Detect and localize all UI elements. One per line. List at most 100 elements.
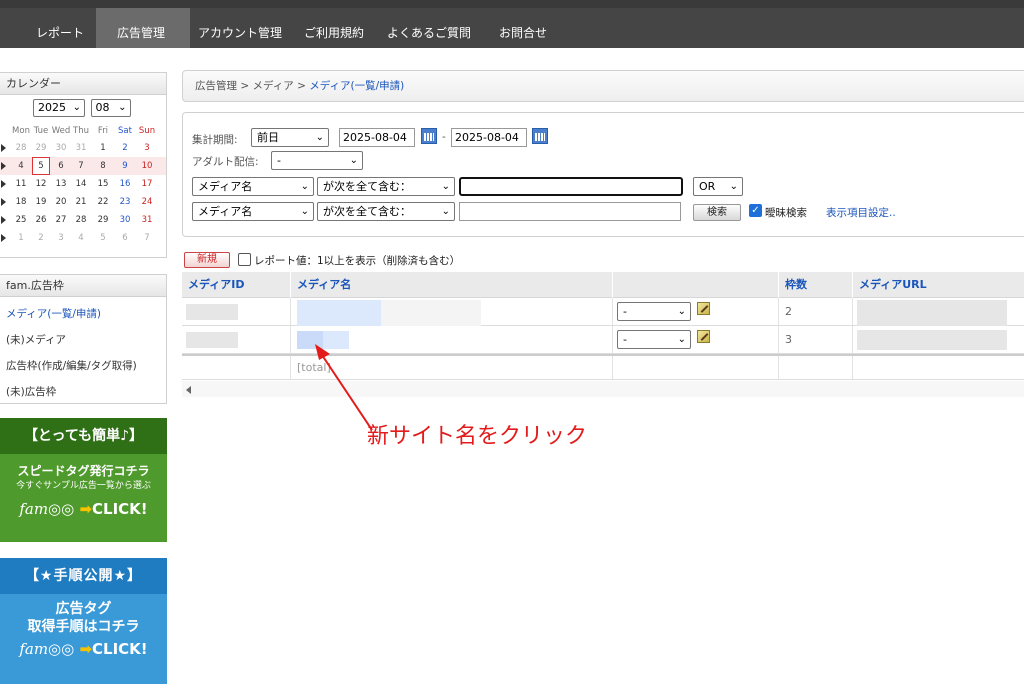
week-arrow-icon[interactable] [1, 216, 6, 224]
media-name-cell[interactable] [290, 298, 612, 326]
calendar-day[interactable]: 7 [72, 157, 90, 175]
calendar-day[interactable]: 31 [138, 211, 156, 229]
menu-unapproved-media[interactable]: (未)メディア [6, 332, 66, 347]
calendar-day[interactable]: 14 [72, 175, 90, 193]
keyword-input-1[interactable] [459, 177, 683, 196]
tag-guide-banner[interactable]: 【★手順公開★】 広告タグ 取得手順はコチラ fam◎◎ ➡CLICK! [0, 558, 167, 684]
nav-account-management[interactable]: アカウント管理 [186, 8, 294, 48]
period-select[interactable]: 前日 ⌄ [251, 128, 329, 147]
menu-media-list[interactable]: メディア(一覧/申請) [6, 306, 101, 321]
report-filter-checkbox[interactable] [238, 253, 251, 266]
edit-icon[interactable] [697, 330, 710, 343]
nav-report[interactable]: レポート [24, 8, 96, 48]
search-button[interactable]: 検索 [693, 204, 741, 221]
calendar-day[interactable]: 9 [116, 157, 134, 175]
status-select[interactable]: - ⌄ [617, 302, 691, 321]
menu-unapproved-ad-slot[interactable]: (未)広告枠 [6, 384, 56, 399]
breadcrumb-current: メディア(一覧/申請) [309, 80, 405, 92]
calendar-day[interactable]: 16 [116, 175, 134, 193]
condition-select-1[interactable]: が次を全て含む： ⌄ [317, 177, 455, 196]
breadcrumb-item[interactable]: メディア [253, 80, 294, 92]
fuzzy-search-checkbox[interactable]: ✓ [749, 204, 762, 217]
calendar-day[interactable]: 19 [32, 193, 50, 211]
month-select[interactable]: 08 ⌄ [90, 99, 131, 117]
scroll-left-arrow-icon[interactable] [186, 386, 191, 394]
calendar-day[interactable]: 2 [116, 139, 134, 157]
field-select-1[interactable]: メディア名 ⌄ [192, 177, 314, 196]
col-media-id[interactable]: メディアID [182, 272, 290, 298]
calendar-day[interactable]: 4 [12, 157, 30, 175]
date-from-input[interactable]: 2025-08-04 [339, 128, 415, 147]
calendar-day[interactable]: 21 [72, 193, 90, 211]
calendar-day[interactable]: 20 [52, 193, 70, 211]
calendar-day[interactable]: 29 [32, 139, 50, 157]
menu-ad-slot-edit[interactable]: 広告枠(作成/編集/タグ取得) [6, 358, 137, 373]
calendar-day[interactable]: 3 [138, 139, 156, 157]
calendar-day[interactable]: 27 [52, 211, 70, 229]
week-arrow-icon[interactable] [1, 162, 6, 170]
calendar-day[interactable]: 11 [12, 175, 30, 193]
calendar-day[interactable]: 22 [94, 193, 112, 211]
banner-click: fam◎◎ ➡CLICK! [19, 500, 148, 518]
calendar-day[interactable]: 31 [72, 139, 90, 157]
nav-contact[interactable]: お問合せ [487, 8, 559, 48]
week-arrow-icon[interactable] [1, 144, 6, 152]
calendar-day[interactable]: 26 [32, 211, 50, 229]
calendar-day[interactable]: 12 [32, 175, 50, 193]
calendar-day[interactable]: 7 [138, 229, 156, 247]
chevron-down-icon: ⌄ [300, 181, 309, 192]
condition-select-2[interactable]: が次を全て含む： ⌄ [317, 202, 455, 221]
calendar-day[interactable]: 15 [94, 175, 112, 193]
media-id-cell [182, 298, 290, 325]
calendar-day[interactable]: 10 [138, 157, 156, 175]
weekday-label: Sat [118, 126, 132, 136]
table-row: - ⌄ 2 [182, 298, 1024, 326]
top-strip [0, 0, 1024, 8]
calendar-day[interactable]: 2 [32, 229, 50, 247]
calendar-day[interactable]: 6 [52, 157, 70, 175]
calendar-day[interactable]: 18 [12, 193, 30, 211]
col-media-name[interactable]: メディア名 [290, 272, 612, 298]
calendar-day[interactable]: 5 [32, 157, 50, 175]
week-arrow-icon[interactable] [1, 198, 6, 206]
calendar-day[interactable]: 13 [52, 175, 70, 193]
breadcrumb-item[interactable]: 広告管理 [195, 80, 237, 92]
calendar-icon[interactable] [532, 128, 548, 144]
week-arrow-icon[interactable] [1, 234, 6, 242]
calendar-day[interactable]: 6 [116, 229, 134, 247]
calendar-day[interactable]: 23 [116, 193, 134, 211]
logic-select[interactable]: OR ⌄ [693, 177, 743, 196]
calendar-day[interactable]: 8 [94, 157, 112, 175]
adult-select[interactable]: - ⌄ [271, 151, 363, 170]
calendar-day[interactable]: 5 [94, 229, 112, 247]
calendar-day[interactable]: 25 [12, 211, 30, 229]
speed-tag-banner[interactable]: 【とっても簡単♪】 スピードタグ発行コチラ 今すぐサンプル広告一覧から選ぶ fa… [0, 418, 167, 542]
calendar-day[interactable]: 24 [138, 193, 156, 211]
new-button[interactable]: 新規 [184, 252, 230, 268]
col-media-url[interactable]: メディアURL [852, 272, 1024, 298]
calendar-day[interactable]: 28 [72, 211, 90, 229]
column-settings-link[interactable]: 表示項目設定.. [826, 205, 896, 220]
keyword-input-2[interactable] [459, 202, 681, 221]
calendar-day[interactable]: 1 [12, 229, 30, 247]
status-select[interactable]: - ⌄ [617, 330, 691, 349]
col-slot-count[interactable]: 枠数 [778, 272, 852, 298]
year-select[interactable]: 2025 ⌄ [33, 99, 85, 117]
calendar-day[interactable]: 1 [94, 139, 112, 157]
nav-faq[interactable]: よくあるご質問 [375, 8, 483, 48]
calendar-day[interactable]: 17 [138, 175, 156, 193]
date-to-input[interactable]: 2025-08-04 [451, 128, 527, 147]
week-arrow-icon[interactable] [1, 180, 6, 188]
field-select-2[interactable]: メディア名 ⌄ [192, 202, 314, 221]
calendar-day[interactable]: 3 [52, 229, 70, 247]
calendar-day[interactable]: 30 [116, 211, 134, 229]
chevron-down-icon: ⌄ [441, 206, 450, 217]
nav-terms[interactable]: ご利用規約 [292, 8, 376, 48]
nav-ad-management[interactable]: 広告管理 [96, 8, 190, 48]
calendar-icon[interactable] [421, 128, 437, 144]
calendar-day[interactable]: 4 [72, 229, 90, 247]
calendar-day[interactable]: 28 [12, 139, 30, 157]
calendar-day[interactable]: 30 [52, 139, 70, 157]
calendar-day[interactable]: 29 [94, 211, 112, 229]
edit-icon[interactable] [697, 302, 710, 315]
